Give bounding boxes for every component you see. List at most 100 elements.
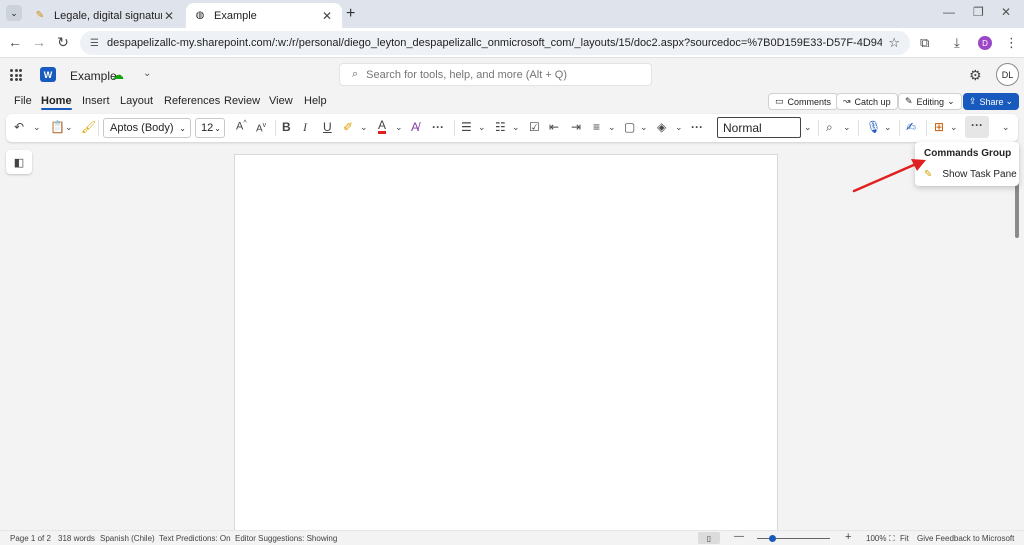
- dictate-microphone-icon[interactable]: 🎙: [866, 120, 881, 134]
- extensions-icon[interactable]: ⧉: [920, 35, 929, 51]
- share-button[interactable]: ⇪ Share ⌄: [963, 93, 1019, 110]
- chevron-down-icon[interactable]: ⌄: [33, 122, 41, 133]
- shrink-font-icon[interactable]: Av: [256, 122, 266, 134]
- comments-button[interactable]: ▭ Comments: [768, 93, 839, 110]
- zoom-slider-thumb[interactable]: [769, 535, 776, 542]
- app-launcher-icon[interactable]: [10, 69, 22, 81]
- tab-references[interactable]: References: [164, 95, 220, 107]
- document-title[interactable]: Example: [70, 69, 117, 83]
- more-font-options-icon[interactable]: ···: [432, 120, 444, 134]
- clear-formatting-icon[interactable]: A̸: [411, 120, 419, 134]
- font-name-select[interactable]: Aptos (Body) ⌄: [103, 118, 191, 138]
- italic-icon[interactable]: I: [303, 120, 307, 135]
- close-window-icon[interactable]: ✕: [1001, 5, 1011, 19]
- show-task-pane-menu-item[interactable]: ✎ Show Task Pane: [921, 166, 1017, 182]
- underline-icon[interactable]: U: [323, 120, 332, 134]
- tab-insert[interactable]: Insert: [82, 95, 110, 107]
- navigation-pane-icon[interactable]: ◧: [6, 150, 32, 174]
- address-bar[interactable]: ☰ despapelizallc-my.sharepoint.com/:w:/r…: [80, 31, 910, 55]
- browser-tab-legale[interactable]: ✎ Legale, digital signature ✕: [26, 3, 184, 28]
- status-bar: Page 1 of 2 318 words Spanish (Chile) Te…: [0, 530, 1024, 545]
- numbering-icon[interactable]: ☷: [495, 120, 506, 134]
- page-count[interactable]: Page 1 of 2: [10, 534, 51, 543]
- language-status[interactable]: Spanish (Chile): [100, 534, 155, 543]
- editing-mode-button[interactable]: ✎ Editing ⌄: [898, 93, 962, 110]
- borders-icon[interactable]: ▢: [624, 120, 635, 134]
- paste-icon[interactable]: 📋: [50, 120, 65, 134]
- zoom-in-icon[interactable]: +: [845, 531, 851, 543]
- close-tab-icon[interactable]: ✕: [320, 9, 334, 23]
- align-left-icon[interactable]: ≡: [593, 120, 600, 134]
- browser-profile-avatar[interactable]: D: [978, 36, 992, 50]
- more-paragraph-options-icon[interactable]: ···: [691, 120, 703, 134]
- word-count[interactable]: 318 words: [58, 534, 95, 543]
- document-page[interactable]: [234, 154, 778, 534]
- tab-file[interactable]: File: [14, 95, 32, 107]
- tab-help[interactable]: Help: [304, 95, 327, 107]
- close-tab-icon[interactable]: ✕: [162, 9, 176, 23]
- style-select[interactable]: Normal: [717, 117, 801, 138]
- bookmark-star-icon[interactable]: ☆: [888, 35, 900, 51]
- chevron-down-icon[interactable]: ⌄: [65, 122, 73, 133]
- tab-home[interactable]: Home: [41, 95, 72, 110]
- grow-font-icon[interactable]: A^: [236, 120, 247, 133]
- increase-indent-icon[interactable]: ⇥: [571, 120, 581, 134]
- add-ins-icon[interactable]: ⊞: [934, 120, 944, 134]
- tab-search-icon[interactable]: ⌄: [6, 5, 22, 21]
- expand-ribbon-chevron-icon[interactable]: ⌄: [1002, 122, 1010, 133]
- decrease-indent-icon[interactable]: ⇤: [549, 120, 559, 134]
- tab-review[interactable]: Review: [224, 95, 260, 107]
- zoom-slider[interactable]: [757, 538, 830, 539]
- zoom-level[interactable]: 100%: [866, 534, 886, 543]
- bullets-icon[interactable]: ☰: [461, 120, 472, 134]
- reload-icon[interactable]: ↻: [54, 34, 72, 51]
- browser-menu-icon[interactable]: ⋮: [1005, 35, 1018, 51]
- shading-icon[interactable]: ◈: [657, 120, 666, 134]
- back-icon[interactable]: ←: [6, 34, 24, 50]
- highlight-icon[interactable]: ✐: [343, 120, 353, 134]
- find-icon[interactable]: ⌕: [826, 120, 833, 135]
- fit-icon[interactable]: ⛶: [889, 534, 895, 544]
- font-color-icon[interactable]: A: [378, 119, 387, 134]
- chevron-down-icon[interactable]: ⌄: [884, 122, 892, 133]
- chevron-down-icon[interactable]: ⌄: [640, 122, 648, 133]
- word-logo-icon[interactable]: W: [40, 67, 56, 82]
- chevron-down-icon[interactable]: ⌄: [675, 122, 683, 133]
- browser-tab-example[interactable]: ◍ Example ✕: [186, 3, 342, 28]
- forward-icon[interactable]: →: [30, 34, 48, 50]
- feedback-link[interactable]: Give Feedback to Microsoft: [917, 534, 1014, 543]
- site-info-icon[interactable]: ☰: [90, 38, 99, 49]
- chevron-down-icon[interactable]: ⌄: [143, 68, 151, 79]
- chevron-down-icon[interactable]: ⌄: [478, 122, 486, 133]
- search-input[interactable]: [366, 68, 627, 81]
- chevron-down-icon[interactable]: ⌄: [608, 122, 616, 133]
- chevron-down-icon[interactable]: ⌄: [360, 122, 368, 133]
- chevron-down-icon[interactable]: ⌄: [395, 122, 403, 133]
- format-painter-icon[interactable]: 🖌: [81, 120, 96, 134]
- chevron-down-icon[interactable]: ⌄: [950, 122, 958, 133]
- more-options-icon[interactable]: ···: [965, 116, 989, 138]
- bold-icon[interactable]: B: [282, 120, 291, 134]
- tab-layout[interactable]: Layout: [120, 95, 153, 107]
- editor-suggestions-status[interactable]: Editor Suggestions: Showing: [235, 534, 337, 543]
- new-tab-button[interactable]: +: [346, 5, 355, 23]
- undo-icon[interactable]: ↶: [14, 120, 24, 134]
- checklist-icon[interactable]: ☑: [529, 120, 540, 134]
- chevron-down-icon[interactable]: ⌄: [843, 122, 851, 133]
- text-predictions-status[interactable]: Text Predictions: On: [159, 534, 231, 543]
- chevron-down-icon[interactable]: ⌄: [512, 122, 520, 133]
- print-layout-view-icon[interactable]: ▯: [698, 532, 720, 544]
- catch-up-button[interactable]: ↝ Catch up: [836, 93, 898, 110]
- tab-view[interactable]: View: [269, 95, 293, 107]
- avatar[interactable]: DL: [996, 63, 1019, 86]
- font-size-select[interactable]: 12 ⌄: [195, 118, 225, 138]
- restore-icon[interactable]: ❐: [973, 5, 984, 19]
- download-icon[interactable]: ⤓: [954, 35, 960, 51]
- zoom-out-icon[interactable]: —: [734, 531, 744, 542]
- fit-label[interactable]: Fit: [900, 534, 909, 543]
- editor-icon[interactable]: ✍: [906, 120, 916, 134]
- gear-icon[interactable]: ⚙: [969, 67, 982, 84]
- chevron-down-icon[interactable]: ⌄: [804, 122, 812, 133]
- minimize-icon[interactable]: —: [943, 5, 955, 19]
- search-box[interactable]: ⌕: [339, 63, 652, 86]
